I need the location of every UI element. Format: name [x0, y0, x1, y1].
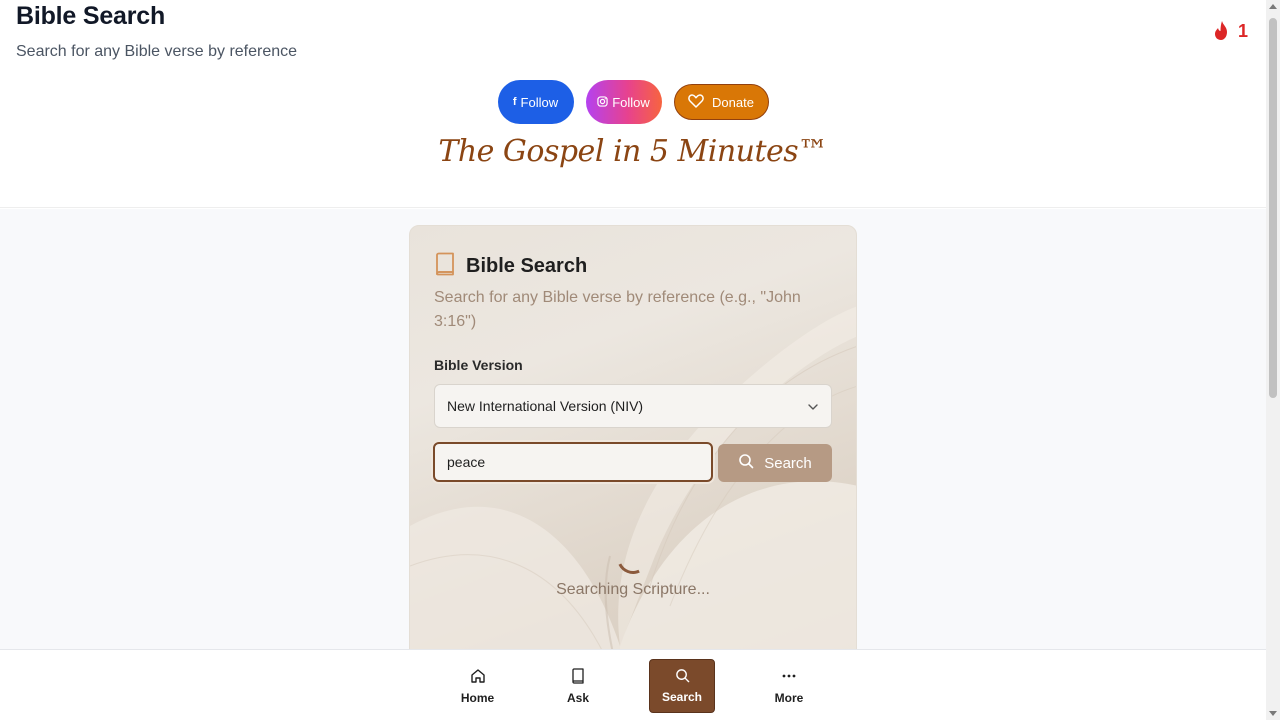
instagram-follow-button[interactable]: Follow	[585, 80, 662, 124]
book-icon	[571, 667, 585, 687]
home-icon	[470, 668, 486, 687]
nav-label-more: More	[774, 690, 804, 705]
card-description: Search for any Bible verse by reference …	[434, 289, 801, 330]
card-title: Bible Search	[466, 255, 588, 277]
bible-search-card: Bible Search Search for any Bible verse …	[409, 225, 857, 665]
page-title: Bible Search	[16, 2, 166, 30]
search-button[interactable]: Search	[718, 444, 832, 482]
chevron-down-icon	[807, 398, 819, 414]
nav-item-more[interactable]: More	[767, 659, 811, 713]
facebook-icon: f	[512, 96, 517, 108]
main-content: Bible Search Search for any Bible verse …	[0, 209, 1266, 665]
social-buttons: f Follow Follow Donate	[0, 80, 1266, 124]
bottom-navigation: Home Ask Search More	[0, 649, 1266, 720]
nav-label-home: Home	[460, 690, 495, 705]
bible-version-label: Bible Version	[434, 357, 523, 373]
search-icon	[738, 453, 754, 473]
streak-badge[interactable]: 1	[1212, 20, 1248, 42]
scroll-down-arrow-icon[interactable]	[1269, 711, 1277, 716]
nav-label-search: Search	[661, 690, 703, 704]
page-header: Bible Search Search for any Bible verse …	[0, 0, 1266, 208]
heart-icon	[688, 93, 704, 111]
flame-icon	[1212, 20, 1232, 42]
nav-item-ask[interactable]: Ask	[558, 659, 598, 713]
search-icon	[675, 668, 690, 686]
more-icon	[781, 668, 797, 687]
facebook-follow-button[interactable]: f Follow	[497, 80, 574, 124]
donate-button[interactable]: Donate	[673, 84, 769, 120]
instagram-follow-label: Follow	[612, 94, 650, 110]
card-header: Bible Search	[434, 252, 587, 281]
streak-count: 1	[1237, 20, 1248, 41]
bible-version-select[interactable]: New International Version (NIV)	[434, 384, 832, 428]
loading-spinner	[612, 537, 654, 579]
verse-search-input[interactable]	[433, 442, 713, 482]
nav-item-search[interactable]: Search	[649, 659, 715, 713]
loading-text: Searching Scripture...	[556, 581, 710, 598]
search-button-label: Search	[764, 454, 812, 472]
brand-logo-text: The Gospel in 5 Minutes™	[438, 134, 828, 169]
donate-label: Donate	[712, 94, 754, 110]
book-icon	[434, 252, 456, 281]
scroll-thumb[interactable]	[1269, 18, 1277, 398]
facebook-follow-label: Follow	[520, 94, 559, 110]
scroll-up-arrow-icon[interactable]	[1269, 4, 1277, 9]
page-subtitle: Search for any Bible verse by reference	[16, 43, 298, 60]
bible-version-value: New International Version (NIV)	[447, 398, 644, 414]
nav-item-home[interactable]: Home	[455, 659, 500, 713]
instagram-icon	[597, 95, 608, 110]
nav-label-ask: Ask	[566, 690, 589, 705]
page-scrollbar[interactable]	[1266, 0, 1280, 720]
